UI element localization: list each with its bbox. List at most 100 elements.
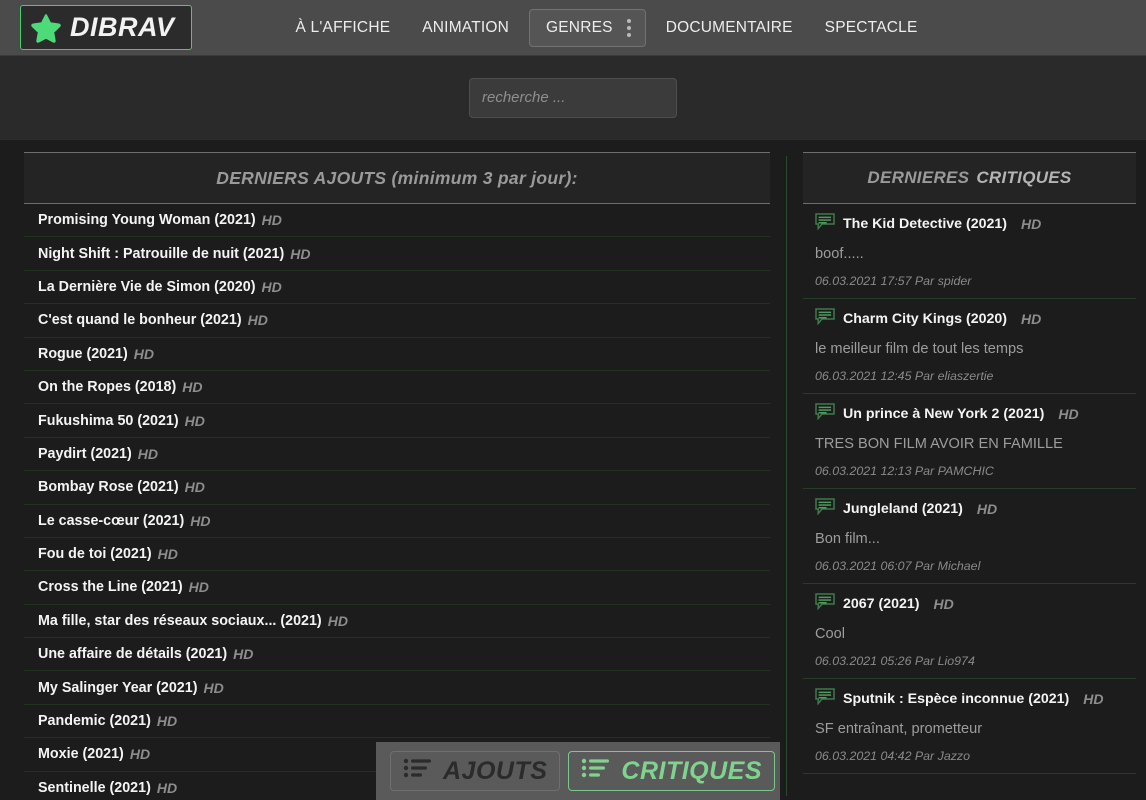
movie-title: Moxie (2021) xyxy=(38,746,124,763)
comment-bubble-icon xyxy=(815,498,835,520)
star-icon-svg xyxy=(31,13,61,43)
top-navigation-bar: DIBRAV À L'AFFICHE ANIMATION GENRES DOCU… xyxy=(0,0,1146,56)
movie-title: Rogue (2021) xyxy=(38,345,128,362)
review-item[interactable]: Sputnik : Espèce inconnue (2021) HD SF ent… xyxy=(803,679,1136,774)
movie-list-item[interactable]: Fou de toi (2021) HD xyxy=(24,538,770,572)
movie-quality-badge: HD xyxy=(203,679,224,696)
review-item[interactable]: 2067 (2021) HD Cool 06.03.2021 05:26 Par Li… xyxy=(803,584,1136,679)
nav-item-genres-label: GENRES xyxy=(546,18,613,36)
main-content: DERNIERS AJOUTS (minimum 3 par jour): Pr… xyxy=(0,140,1146,800)
tab-ajouts[interactable]: AJOUTS xyxy=(390,751,561,791)
tab-critiques[interactable]: CRITIQUES xyxy=(568,751,776,791)
list-icon-ajouts-svg xyxy=(403,758,431,777)
review-quality-badge: HD xyxy=(933,596,954,612)
movie-list-item[interactable]: Pandemic (2021) HD xyxy=(24,705,770,739)
list-icon-ajouts xyxy=(403,756,433,787)
movie-title: Fou de toi (2021) xyxy=(38,546,152,563)
comment-bubble-icon xyxy=(815,593,835,615)
reviews-header-part1: DERNIERES xyxy=(867,168,970,187)
movie-quality-badge: HD xyxy=(137,445,159,462)
latest-reviews-panel: DERNIERES CRITIQUES The Kid Detective (2… xyxy=(787,152,1146,800)
review-comment: SF entraînant, prometteur xyxy=(815,721,983,737)
review-meta: 06.03.2021 06:07 Par Michael xyxy=(815,559,981,573)
main-nav: À L'AFFICHE ANIMATION GENRES DOCUMENTAIR… xyxy=(280,8,934,47)
reviews-header-part2: CRITIQUES xyxy=(976,168,1072,187)
movie-title: Promising Young Woman (2021) xyxy=(38,212,256,229)
movie-quality-badge: HD xyxy=(133,345,155,362)
review-header: Jungleland (2021) HD xyxy=(803,498,1136,520)
movie-list-item[interactable]: Bombay Rose (2021) HD xyxy=(24,471,770,505)
movie-quality-badge: HD xyxy=(190,512,211,529)
review-item[interactable]: Jungleland (2021) HD Bon film... 06.03.2021… xyxy=(803,489,1136,584)
movie-list-item[interactable]: Le casse-cœur (2021) HD xyxy=(24,505,770,538)
latest-reviews-header: DERNIERES CRITIQUES xyxy=(803,152,1136,204)
movie-list-item[interactable]: My Salinger Year (2021) HD xyxy=(24,671,770,705)
movie-quality-badge: HD xyxy=(184,479,205,496)
movie-title: Paydirt (2021) xyxy=(38,445,132,462)
nav-item-documentaire[interactable]: DOCUMENTAIRE xyxy=(650,11,809,45)
movie-title: Pandemic (2021) xyxy=(38,713,151,730)
review-comment: boof..... xyxy=(815,246,864,262)
movie-title: My Salinger Year (2021) xyxy=(38,679,198,696)
review-meta: 06.03.2021 12:13 Par PAMCHIC xyxy=(815,464,994,478)
movie-list: Promising Young Woman (2021) HD Night Shif… xyxy=(24,204,770,800)
search-bar-row xyxy=(0,56,1146,140)
movie-list-item[interactable]: Promising Young Woman (2021) HD xyxy=(24,204,770,238)
movie-list-item[interactable]: Fukushima 50 (2021) HD xyxy=(24,404,770,438)
movie-title: Bombay Rose (2021) xyxy=(38,479,179,496)
star-icon xyxy=(31,13,61,43)
brand-name: DIBRAV xyxy=(70,12,175,42)
movie-list-item[interactable]: Ma fille, star des réseaux sociaux... (2… xyxy=(24,605,770,639)
list-icon-critiques-svg xyxy=(582,758,610,777)
nav-item-a-laffiche[interactable]: À L'AFFICHE xyxy=(280,11,407,45)
review-quality-badge: HD xyxy=(1021,216,1042,232)
comment-bubble-icon xyxy=(815,403,835,425)
movie-title: On the Ropes (2018) xyxy=(38,379,177,396)
movie-list-item[interactable]: Paydirt (2021) HD xyxy=(24,438,770,472)
nav-item-spectacle[interactable]: SPECTACLE xyxy=(809,11,934,45)
nav-item-animation[interactable]: ANIMATION xyxy=(406,11,525,45)
review-quality-badge: HD xyxy=(1021,311,1042,327)
latest-additions-header: DERNIERS AJOUTS (minimum 3 par jour): xyxy=(24,152,770,204)
review-title: The Kid Detective (2021) xyxy=(843,216,1008,232)
movie-list-item[interactable]: Une affaire de détails (2021) HD xyxy=(24,638,770,672)
review-comment: TRES BON FILM AVOIR EN FAMILLE xyxy=(815,436,1063,452)
movie-list-item[interactable]: Cross the Line (2021) HD xyxy=(24,571,770,605)
review-item[interactable]: The Kid Detective (2021) HD boof..... 06.03… xyxy=(803,204,1136,299)
movie-list-item[interactable]: Rogue (2021) HD xyxy=(24,338,770,371)
movie-quality-badge: HD xyxy=(129,746,151,763)
review-item[interactable]: Charm City Kings (2020) HD le meilleur fil… xyxy=(803,299,1136,394)
movie-title: Fukushima 50 (2021) xyxy=(38,412,179,429)
movie-title: Sentinelle (2021) xyxy=(38,779,151,796)
review-meta: 06.03.2021 12:45 Par eliaszertie xyxy=(815,369,994,383)
movie-quality-badge: HD xyxy=(233,646,254,663)
review-quality-badge: HD xyxy=(1083,691,1104,707)
review-meta: 06.03.2021 05:26 Par Lio974 xyxy=(815,654,975,668)
nav-item-genres[interactable]: GENRES xyxy=(529,8,646,47)
movie-list-item[interactable]: La Dernière Vie de Simon (2020) HD xyxy=(24,271,770,305)
review-quality-badge: HD xyxy=(1058,406,1079,422)
review-title: Sputnik : Espèce inconnue (2021) xyxy=(843,691,1070,707)
brand-logo[interactable]: DIBRAV xyxy=(20,5,192,50)
review-comment: Bon film... xyxy=(815,531,880,547)
movie-quality-badge: HD xyxy=(327,612,348,629)
movie-title: Cross the Line (2021) xyxy=(38,579,183,596)
bottom-tab-overlay: AJOUTS CRITIQUES xyxy=(376,742,780,800)
review-title: Jungleland (2021) xyxy=(843,501,963,517)
kebab-menu-icon[interactable] xyxy=(626,18,631,37)
search-input[interactable] xyxy=(469,77,677,118)
review-comment: Cool xyxy=(815,626,846,642)
review-title: 2067 (2021) xyxy=(843,596,920,612)
review-header: Sputnik : Espèce inconnue (2021) HD xyxy=(803,688,1136,710)
movie-quality-badge: HD xyxy=(247,312,268,329)
review-meta: 06.03.2021 17:57 Par spider xyxy=(815,274,972,288)
movie-list-item[interactable]: Night Shift : Patrouille de nuit (2021) H… xyxy=(24,237,770,271)
tab-ajouts-label: AJOUTS xyxy=(443,756,548,785)
review-meta: 06.03.2021 04:42 Par Jazzo xyxy=(815,749,970,763)
movie-title: Ma fille, star des réseaux sociaux... (2… xyxy=(38,612,322,629)
movie-quality-badge: HD xyxy=(156,779,178,796)
review-item[interactable]: Un prince à New York 2 (2021) HD TRES BON … xyxy=(803,394,1136,489)
movie-list-item[interactable]: On the Ropes (2018) HD xyxy=(24,371,770,405)
review-header: Un prince à New York 2 (2021) HD xyxy=(803,403,1136,425)
movie-list-item[interactable]: C'est quand le bonheur (2021) HD xyxy=(24,304,770,338)
